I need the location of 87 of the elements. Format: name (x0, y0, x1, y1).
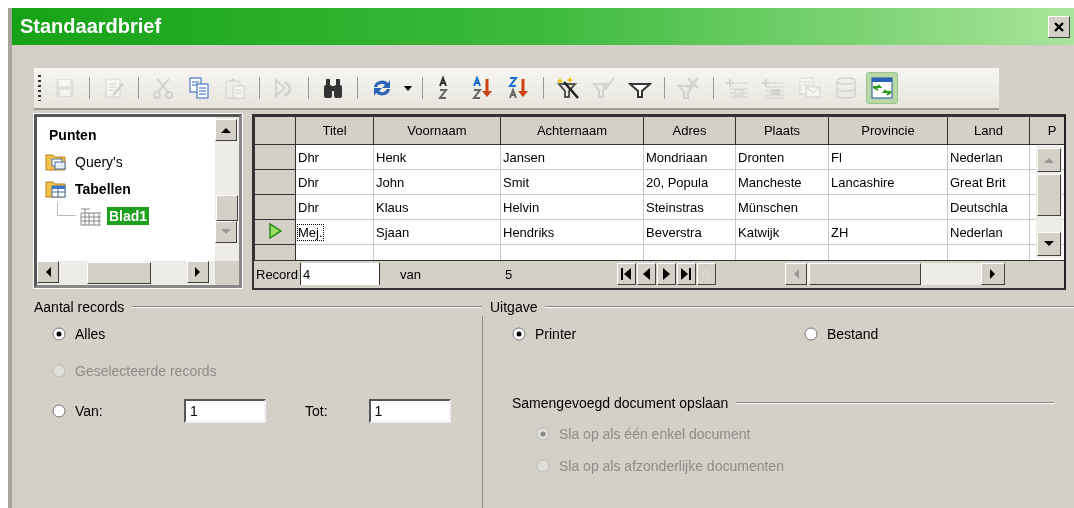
option-label: Geselecteerde records (75, 363, 217, 379)
window-arrows-icon[interactable] (866, 72, 898, 104)
record-label: Record (255, 266, 299, 282)
table-cell: Klaus (376, 199, 409, 215)
of-label: van (398, 266, 422, 282)
scrollbar-corner (215, 261, 239, 285)
table-cell: Nederlan (950, 149, 1003, 165)
scroll-left-icon[interactable] (44, 266, 52, 278)
scroll-up-icon[interactable] (220, 126, 232, 134)
option-label: Printer (535, 326, 577, 342)
record-count: 5 (503, 266, 514, 282)
column-header[interactable]: Titel (295, 116, 374, 145)
toolbar-grip[interactable] (38, 75, 41, 101)
table-cell: Münschen (738, 199, 798, 215)
table-cell: Nederlan (950, 224, 1003, 240)
table-cell: 20, Popula (646, 174, 709, 190)
column-header[interactable]: Achternaam (500, 116, 644, 145)
row-header[interactable] (254, 194, 296, 220)
radio-button[interactable] (52, 404, 66, 418)
table-cell: Great Brit (950, 174, 1006, 190)
option-label: Alles (75, 326, 106, 342)
last-record-icon[interactable] (676, 263, 696, 285)
column-header[interactable]: Plaats (735, 116, 829, 145)
from-field[interactable]: 1 (184, 399, 266, 423)
table-cell: Mancheste (738, 174, 802, 190)
window-title: Standaardbrief (20, 15, 163, 38)
table-cell: Hendriks (503, 224, 555, 240)
table-cell: Sjaan (376, 224, 410, 240)
column-header[interactable]: Land (947, 116, 1030, 145)
option-label: Sla op als afzonderlijke documenten (559, 458, 784, 474)
record-number-field[interactable]: 4 (299, 263, 380, 285)
radio-button[interactable] (512, 327, 526, 341)
table-cell: Dhr (298, 199, 319, 215)
table-cell: Dronten (738, 149, 785, 165)
previous-record-icon[interactable] (636, 263, 656, 285)
row-header[interactable] (254, 169, 296, 195)
table-cell: Smit (503, 174, 529, 190)
horizontal-scrollbar[interactable] (784, 263, 1005, 285)
section-title: Samengevoegd document opslaan (512, 395, 729, 411)
table-cell: Fl (831, 149, 842, 165)
horizontal-scrollbar[interactable] (37, 261, 215, 285)
table-cell: Helvin (503, 199, 540, 215)
close-button[interactable] (1048, 15, 1070, 38)
tree-item[interactable]: Punten (47, 125, 99, 144)
table-cell: Beverstra (646, 224, 702, 240)
group-title: Aantal records (34, 299, 125, 315)
column-header[interactable]: Voornaam (373, 116, 501, 145)
close-icon (1053, 20, 1065, 33)
current-row-icon (268, 222, 282, 239)
table-cell: Dhr (298, 149, 319, 165)
column-header[interactable]: Adres (643, 116, 736, 145)
table-cell: Jansen (503, 149, 545, 165)
tree-item[interactable]: Query's (73, 152, 125, 171)
option-label: Van: (75, 403, 104, 419)
column-header[interactable]: P (1029, 116, 1064, 145)
table-cell: Dhr (298, 174, 319, 190)
scroll-down-icon[interactable] (1043, 240, 1055, 248)
scrollbar-thumb[interactable] (87, 262, 151, 284)
new-record-icon[interactable] (696, 263, 716, 285)
table-cell: Lancashire (831, 174, 895, 190)
option-label: Bestand (827, 326, 879, 342)
table-cell: Mondriaan (646, 149, 708, 165)
vertical-scrollbar[interactable] (215, 117, 239, 261)
option-label: Sla op als één enkel document (559, 426, 751, 442)
scroll-right-icon[interactable] (194, 266, 202, 278)
table-cell: Katwijk (738, 224, 780, 240)
tree-connector-line (57, 202, 76, 216)
group-title: Uitgave (490, 299, 538, 315)
table-cell: Henk (376, 149, 407, 165)
tree-item[interactable]: Tabellen (73, 179, 133, 198)
table-cell: ZH (831, 224, 849, 240)
radio-button[interactable] (52, 327, 66, 341)
table-cell: Steinstras (646, 199, 704, 215)
scrollbar-thumb[interactable] (216, 195, 238, 221)
first-record-icon[interactable] (616, 263, 636, 285)
scroll-right-icon[interactable] (988, 268, 997, 280)
row-header[interactable] (254, 219, 296, 245)
row-header[interactable] (254, 144, 296, 170)
to-label: Tot: (305, 403, 328, 419)
table-cell: Mej. (298, 224, 323, 240)
table-cell: Deutschla (950, 199, 1008, 215)
radio-button[interactable] (804, 327, 818, 341)
table-cell: John (376, 174, 405, 190)
to-field[interactable]: 1 (368, 399, 451, 423)
next-record-icon[interactable] (656, 263, 676, 285)
vertical-scrollbar[interactable] (1036, 146, 1062, 258)
column-header[interactable]: Provincie (828, 116, 948, 145)
